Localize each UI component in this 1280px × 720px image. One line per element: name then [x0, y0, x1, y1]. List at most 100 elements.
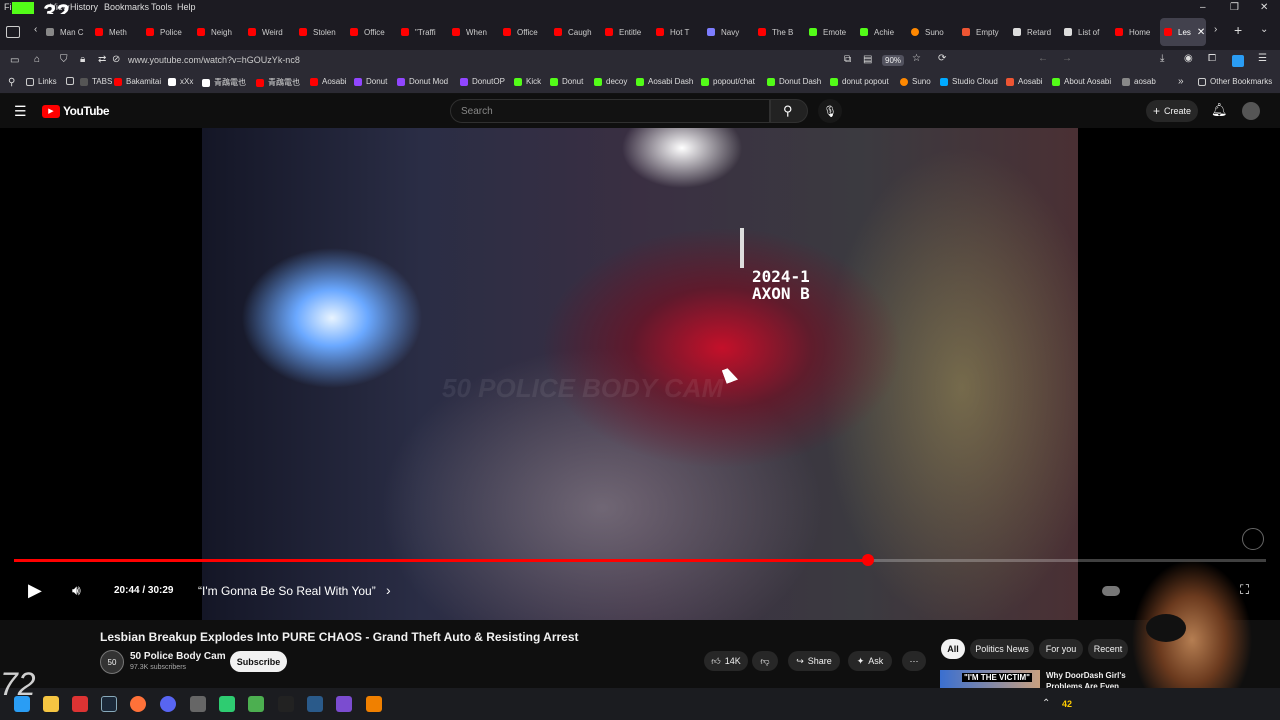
subscribe-button[interactable]: Subscribe [230, 651, 287, 672]
new-tab-icon[interactable]: + [1234, 22, 1242, 38]
like-button[interactable]: 👍︎ 14K [704, 651, 748, 671]
youtube-logo[interactable]: ▶ YouTube [42, 104, 110, 118]
picture-in-picture-icon[interactable]: ⧉ [844, 54, 851, 65]
bookmark[interactable]: xXx [168, 77, 193, 86]
tab[interactable]: Navy [703, 18, 754, 46]
share-button[interactable]: ↪ Share [788, 651, 840, 671]
sidebar-toggle-icon[interactable]: ▭ [10, 55, 19, 66]
volume-icon[interactable]: 🔊︎ [72, 582, 81, 599]
bookmark[interactable]: aosab [1122, 77, 1156, 86]
app-menu-icon[interactable]: ☰ [1258, 53, 1267, 64]
bookmark-folder[interactable] [66, 77, 78, 85]
tab-active[interactable]: Les ✕ [1160, 18, 1206, 46]
url-field[interactable]: www.youtube.com/watch?v=hGOUzYk-nc8 [128, 55, 300, 65]
chip-all[interactable]: All [941, 639, 965, 659]
chat-app-icon[interactable] [219, 696, 235, 712]
chapter-title[interactable]: “I'm Gonna Be So Real With You” [198, 584, 376, 598]
search-button[interactable]: ⚲ [770, 99, 808, 123]
tab[interactable]: Hot T [652, 18, 703, 46]
tab[interactable]: List of [1060, 18, 1111, 46]
tab[interactable]: Police [142, 18, 193, 46]
bookmark[interactable]: About Aosabi [1052, 77, 1111, 86]
channel-avatar[interactable]: 50 [100, 650, 124, 674]
downloads-icon[interactable]: ⤓ [1160, 53, 1164, 64]
bookmark[interactable]: popout/chat [701, 77, 755, 86]
tab-scroll-right-icon[interactable]: › [1214, 24, 1217, 35]
permissions-icon[interactable]: ⇄ [98, 54, 106, 65]
bookmark[interactable]: Aosabi [310, 77, 346, 86]
bookmark[interactable]: decoy [594, 77, 627, 86]
tab[interactable]: Stolen [295, 18, 346, 46]
tab[interactable]: When [448, 18, 499, 46]
vlc-icon[interactable] [366, 696, 382, 712]
bookmark[interactable]: Bakamitai [114, 77, 161, 86]
extensions-icon[interactable]: ⧠ [1208, 53, 1216, 64]
minimize-icon[interactable]: – [1200, 2, 1206, 13]
game-icon[interactable] [190, 696, 206, 712]
tab[interactable]: Office [346, 18, 397, 46]
tab[interactable]: Suno [907, 18, 958, 46]
tab-scroll-left-icon[interactable]: ‹ [34, 24, 37, 35]
progress-bar[interactable] [14, 554, 1266, 566]
bookmark[interactable]: TABS [80, 77, 112, 86]
firefox-icon[interactable] [130, 696, 146, 712]
tab-close-icon[interactable]: ✕ [1197, 27, 1205, 38]
bookmark[interactable]: Donut Mod [397, 77, 448, 86]
chip-politics-news[interactable]: Politics News [970, 639, 1034, 659]
menu-bookmarks[interactable]: Bookmarks [104, 2, 149, 12]
bookmark[interactable]: Suno [900, 77, 931, 86]
reload-icon[interactable]: ⟳ [938, 53, 946, 64]
bookmark[interactable]: Donut [354, 77, 387, 86]
chip-recent[interactable]: Recent [1088, 639, 1128, 659]
other-bookmarks-folder[interactable]: Other Bookmarks [1198, 77, 1272, 86]
close-window-icon[interactable]: ✕ [1260, 2, 1268, 13]
tab[interactable]: Achie [856, 18, 907, 46]
tab[interactable]: Empty [958, 18, 1009, 46]
tab[interactable]: Weird [244, 18, 295, 46]
bookmark[interactable]: donut popout [830, 77, 889, 86]
bookmark[interactable]: 青鵡電也 [202, 77, 246, 88]
bookmark[interactable]: Kick [514, 77, 541, 86]
zoom-level[interactable]: 90% [882, 55, 905, 66]
media-app-icon[interactable] [336, 696, 352, 712]
bookmark[interactable]: Aosabi Dash [636, 77, 693, 86]
more-bookmarks-icon[interactable]: » [1178, 76, 1184, 87]
maximize-icon[interactable]: ❐ [1230, 2, 1239, 13]
steam-icon[interactable] [307, 696, 323, 712]
more-actions-button[interactable]: ⋯ [902, 651, 926, 671]
tab[interactable]: Entitle [601, 18, 652, 46]
bookmarks-manager-icon[interactable]: ⚲ [8, 77, 15, 88]
bookmark[interactable]: Donut [550, 77, 583, 86]
ask-button[interactable]: ✦ Ask [848, 651, 892, 671]
chip-for-you[interactable]: For you [1039, 639, 1083, 659]
extension-badge-icon[interactable] [1232, 55, 1244, 67]
tab[interactable]: Man C [42, 18, 93, 46]
play-icon[interactable]: ▶ [28, 580, 42, 601]
tab[interactable]: The B [754, 18, 805, 46]
guide-menu-icon[interactable]: ☰ [14, 103, 27, 120]
tab[interactable]: Meth [91, 18, 142, 46]
avatar[interactable] [1242, 102, 1260, 120]
start-button-icon[interactable] [14, 696, 30, 712]
tab[interactable]: Retard [1009, 18, 1060, 46]
tab[interactable]: Emote [805, 18, 856, 46]
back-icon[interactable]: ← [1038, 53, 1048, 64]
tab[interactable]: Neigh [193, 18, 244, 46]
steam-icon[interactable] [101, 696, 117, 712]
menu-tools[interactable]: Tools [151, 2, 172, 12]
tab-list-icon[interactable]: ⌄ [1260, 24, 1268, 35]
bookmark-folder[interactable]: Links [26, 77, 57, 86]
file-explorer-icon[interactable] [43, 696, 59, 712]
tab[interactable]: Caugh [550, 18, 601, 46]
bookmark[interactable]: Aosabi [1006, 77, 1042, 86]
discord-icon[interactable] [160, 696, 176, 712]
recommendation-thumbnail[interactable]: "I'M THE VICTIM" [940, 670, 1040, 690]
create-button[interactable]: + Create [1146, 100, 1198, 122]
dislike-button[interactable]: 👎︎ [752, 651, 778, 671]
reader-view-icon[interactable]: ▤ [863, 54, 872, 65]
channel-name[interactable]: 50 Police Body Cam [130, 651, 226, 662]
recommendation-title[interactable]: Why DoorDash Girl's [1046, 671, 1126, 680]
voice-search-button[interactable]: 🎙︎ [818, 99, 842, 123]
notepad-icon[interactable] [248, 696, 264, 712]
account-icon[interactable]: ◉ [1184, 53, 1193, 64]
